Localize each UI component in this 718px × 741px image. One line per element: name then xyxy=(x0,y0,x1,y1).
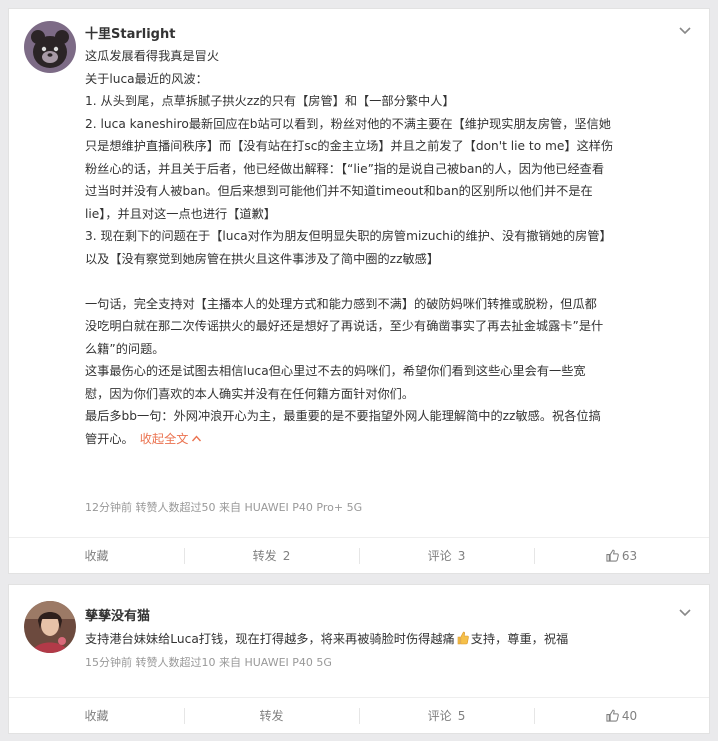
action-bar: 收藏 转发 2 评论 3 63 xyxy=(9,537,709,573)
favorite-label: 收藏 xyxy=(84,549,109,563)
collapse-link[interactable]: 收起全文 xyxy=(140,432,202,446)
comment-button[interactable]: 评论 3 xyxy=(359,538,534,573)
comment-count: 3 xyxy=(457,548,466,563)
post-line: 3. 现在剩下的问题在于【luca对作为朋友但明显失职的房管mizuchi的维护… xyxy=(85,229,612,243)
post-line: 么籍”的问题。 xyxy=(85,341,165,356)
post-line: 没吃明白就在那二次传谣拱火的最好还是想好了再说话，至少有确凿事实了再去扯金城露卡… xyxy=(85,319,604,333)
bear-avatar-icon xyxy=(24,21,76,73)
person-avatar-icon xyxy=(24,601,76,653)
post-line: 过当时并没有人被ban。但后来想到可能他们并不知道timeout和ban的区别所… xyxy=(85,184,593,198)
avatar[interactable] xyxy=(24,21,76,73)
post-line: 2. luca kaneshiro最新回应在b站可以看到，粉丝对他的不满主要在【… xyxy=(85,116,611,131)
post-text: 这瓜发展看得我真是冒火 关于luca最近的风波： 1. 从头到尾，点草拆腻子拱火… xyxy=(85,45,691,450)
post-line: 这事最伤心的还是试图去相信luca但心里过不去的妈咪们，希望你们看到这些心里会有… xyxy=(85,364,586,378)
repost-label: 转发 xyxy=(259,709,284,723)
post-text-part: 支持，尊重，祝福 xyxy=(470,632,569,646)
post-line: 这瓜发展看得我真是冒火 xyxy=(85,49,220,63)
post-meta: 15分钟前 转赞人数超过10 来自 HUAWEI P40 5G xyxy=(85,656,332,669)
like-count: 63 xyxy=(621,548,638,563)
post-line: lie】，并且对这一点也进行【道歉】 xyxy=(85,206,276,221)
post-meta: 12分钟前 转赞人数超过50 来自 HUAWEI P40 Pro+ 5G xyxy=(85,501,363,514)
chevron-down-icon[interactable] xyxy=(677,607,693,619)
like-button[interactable]: 63 xyxy=(534,538,709,573)
post-line xyxy=(85,270,691,293)
chevron-down-icon[interactable] xyxy=(677,25,693,37)
thumbs-up-icon xyxy=(606,709,619,722)
avatar[interactable] xyxy=(24,601,76,653)
comment-button[interactable]: 评论 5 xyxy=(359,698,534,733)
chevron-up-icon xyxy=(191,434,201,441)
thumbs-up-icon xyxy=(606,549,619,562)
thumbs-up-emoji-icon xyxy=(457,631,469,645)
collapse-label: 收起全文 xyxy=(139,431,189,446)
post-line: 只是想维护直播间秩序】而【没有站在打sc的金主立场】并且之前发了【don't l… xyxy=(85,139,614,153)
favorite-button[interactable]: 收藏 xyxy=(9,538,184,573)
action-bar: 收藏 转发 评论 5 40 xyxy=(9,697,709,733)
post-text: 支持港台妹妹给Luca打钱，现在打得越多，将来再被骑脸时伤得越痛 支持，尊重，祝… xyxy=(85,629,568,647)
repost-button[interactable]: 转发 2 xyxy=(184,538,359,573)
repost-button[interactable]: 转发 xyxy=(184,698,359,733)
post-line: 最后多bb一句：外网冲浪开心为主，最重要的是不要指望外网人能理解简中的zz敏感。… xyxy=(85,409,601,423)
username[interactable]: 十里Starlight xyxy=(85,23,175,42)
favorite-button[interactable]: 收藏 xyxy=(9,698,184,733)
post-line: 粉丝心的话，并且关于后者，他已经做出解释：【“lie”指的是说自己被ban的人，… xyxy=(85,161,605,176)
post-card: 孳孳没有猫 支持港台妹妹给Luca打钱，现在打得越多，将来再被骑脸时伤得越痛 支… xyxy=(8,584,710,734)
post-last-line: 管开心。 收起全文 xyxy=(85,428,691,451)
post-line: 管开心。 xyxy=(85,431,134,446)
post-line: 慰，因为你们喜欢的本人确实并没有在任何籍方面针对你们。 xyxy=(85,386,415,401)
post-line: 以及【没有察觉到她房管在拱火且这件事涉及了简中圈的zz敏感】 xyxy=(85,251,440,266)
post-card: 十里Starlight 这瓜发展看得我真是冒火 关于luca最近的风波： 1. … xyxy=(8,8,710,574)
post-line: 1. 从头到尾，点草拆腻子拱火zz的只有【房管】和【一部分繁中人】 xyxy=(85,94,455,108)
favorite-label: 收藏 xyxy=(84,709,109,723)
repost-count: 2 xyxy=(282,548,291,563)
like-count: 40 xyxy=(621,708,638,723)
comment-label: 评论 xyxy=(427,709,452,723)
post-line: 关于luca最近的风波： xyxy=(85,71,208,86)
post-text-part: 支持港台妹妹给Luca打钱，现在打得越多，将来再被骑脸时伤得越痛 xyxy=(85,632,455,646)
post-line: 一句话，完全支持对【主播本人的处理方式和能力感到不满】的破防妈咪们转推或脱粉，但… xyxy=(85,296,597,311)
comment-count: 5 xyxy=(457,708,466,723)
like-button[interactable]: 40 xyxy=(534,698,709,733)
comment-label: 评论 xyxy=(427,549,452,563)
username[interactable]: 孳孳没有猫 xyxy=(85,605,150,624)
repost-label: 转发 xyxy=(252,549,277,563)
